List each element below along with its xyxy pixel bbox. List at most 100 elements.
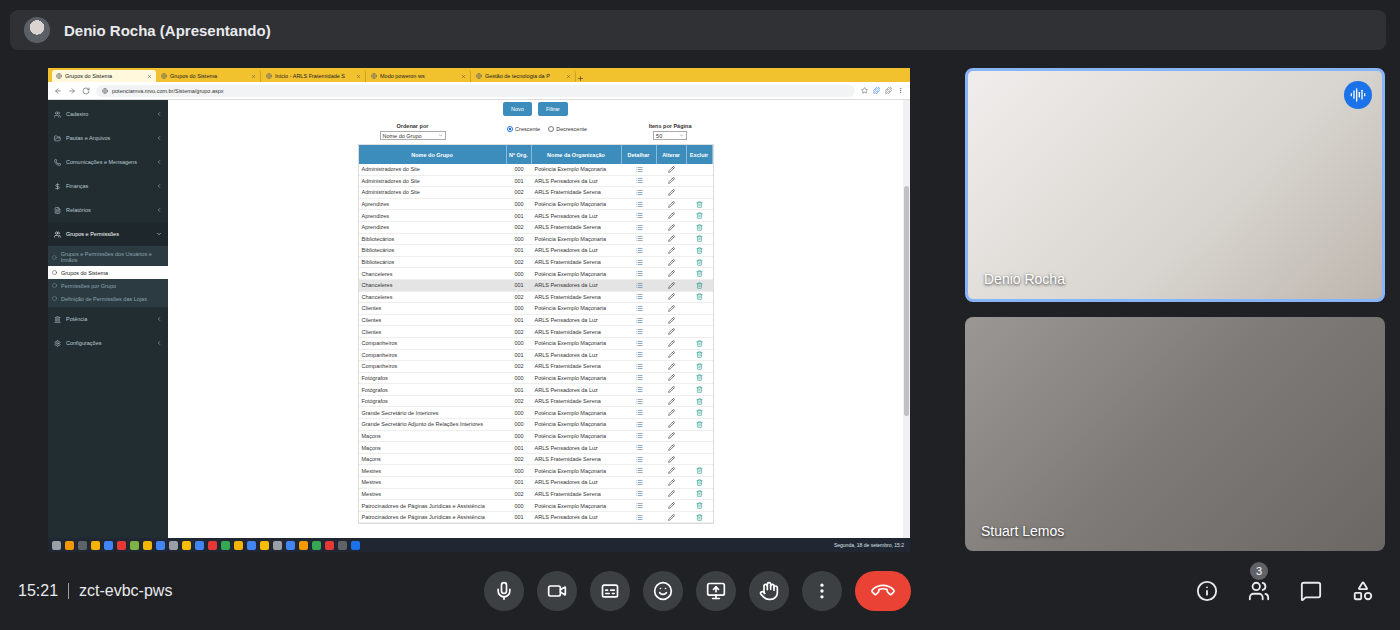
detail-icon[interactable] — [636, 398, 643, 405]
radio-dot[interactable] — [507, 126, 513, 132]
edit-icon[interactable] — [668, 317, 675, 324]
table-row[interactable]: Fotógrafos001ARLS Pensadores da Luz — [359, 384, 713, 396]
trash-icon[interactable] — [696, 467, 703, 474]
sidebar-item[interactable]: Grupos e Permissões — [48, 222, 168, 246]
taskbar-app-icon[interactable] — [169, 541, 178, 550]
table-row[interactable]: Maçons000Potência Exemplo Maçonaria — [359, 431, 713, 443]
edit-icon[interactable] — [668, 502, 675, 509]
forward-icon[interactable] — [68, 87, 76, 95]
table-row[interactable]: Companheiros001ARLS Pensadores da Luz — [359, 350, 713, 362]
radio-dot[interactable] — [548, 126, 554, 132]
edit-icon[interactable] — [668, 444, 675, 451]
emoji-button[interactable] — [643, 571, 683, 611]
trash-icon[interactable] — [696, 502, 703, 509]
edit-icon[interactable] — [668, 514, 675, 521]
table-row[interactable]: Aprendizes002ARLS Fraternidade Serena — [359, 222, 713, 234]
table-row[interactable]: Maçons001ARLS Pensadores da Luz — [359, 442, 713, 454]
detail-icon[interactable] — [636, 328, 643, 335]
edit-icon[interactable] — [668, 479, 675, 486]
sidebar-item[interactable]: Pautas e Arquivos — [48, 126, 168, 150]
table-row[interactable]: Bibliotecários000Potência Exemplo Maçona… — [359, 234, 713, 246]
chat-button[interactable] — [1298, 578, 1324, 604]
edit-icon[interactable] — [668, 340, 675, 347]
taskbar-app-icon[interactable] — [208, 541, 217, 550]
table-row[interactable]: Maçons002ARLS Fraternidade Serena — [359, 454, 713, 466]
detail-icon[interactable] — [636, 421, 643, 428]
radio-option[interactable]: Crescente — [507, 126, 540, 132]
taskbar-app-icon[interactable] — [299, 541, 308, 550]
participant-tile[interactable]: Denio Rocha — [965, 68, 1385, 302]
edit-icon[interactable] — [668, 351, 675, 358]
edit-icon[interactable] — [668, 166, 675, 173]
detail-icon[interactable] — [636, 235, 643, 242]
sidebar-item[interactable]: Potência — [48, 307, 168, 331]
detail-icon[interactable] — [636, 305, 643, 312]
participant-tile[interactable]: Stuart Lemos — [965, 317, 1385, 551]
people-button[interactable]: 3 — [1246, 578, 1272, 604]
detail-icon[interactable] — [636, 282, 643, 289]
taskbar-app-icon[interactable] — [65, 541, 74, 550]
edit-icon[interactable] — [668, 270, 675, 277]
table-row[interactable]: Grande Secretário Adjunto de Relações In… — [359, 419, 713, 431]
table-row[interactable]: Companheiros002ARLS Fraternidade Serena — [359, 361, 713, 373]
menu-icon[interactable] — [897, 87, 904, 94]
detail-icon[interactable] — [636, 212, 643, 219]
table-row[interactable]: Mestres002ARLS Fraternidade Serena — [359, 489, 713, 501]
detail-icon[interactable] — [636, 467, 643, 474]
edit-icon[interactable] — [668, 421, 675, 428]
bookmark-icon[interactable] — [861, 87, 868, 94]
trash-icon[interactable] — [696, 340, 703, 347]
table-row[interactable]: Clientes002ARLS Fraternidade Serena — [359, 326, 713, 338]
trash-icon[interactable] — [696, 282, 703, 289]
hand-button[interactable] — [749, 571, 789, 611]
table-row[interactable]: Chanceleres001ARLS Pensadores da Luz — [359, 280, 713, 292]
trash-icon[interactable] — [696, 235, 703, 242]
detail-icon[interactable] — [636, 259, 643, 266]
taskbar-app-icon[interactable] — [234, 541, 243, 550]
browser-tab[interactable]: Grupos do Sistema — [52, 70, 156, 82]
edit-icon[interactable] — [668, 409, 675, 416]
taskbar-app-icon[interactable] — [182, 541, 191, 550]
table-row[interactable]: Mestres001ARLS Pensadores da Luz — [359, 477, 713, 489]
detail-icon[interactable] — [636, 490, 643, 497]
present-button[interactable] — [696, 571, 736, 611]
detail-icon[interactable] — [636, 340, 643, 347]
close-icon[interactable] — [566, 74, 571, 79]
table-row[interactable]: Fotógrafos000Potência Exemplo Maçonaria — [359, 373, 713, 385]
detail-icon[interactable] — [636, 177, 643, 184]
taskbar-app-icon[interactable] — [338, 541, 347, 550]
detail-icon[interactable] — [636, 456, 643, 463]
table-row[interactable]: Bibliotecários001ARLS Pensadores da Luz — [359, 245, 713, 257]
edit-icon[interactable] — [668, 363, 675, 370]
detail-icon[interactable] — [636, 293, 643, 300]
detail-icon[interactable] — [636, 317, 643, 324]
activities-button[interactable] — [1350, 578, 1376, 604]
trash-icon[interactable] — [696, 421, 703, 428]
table-row[interactable]: Patrocinadores de Páginas Jurídicas e As… — [359, 512, 713, 524]
edit-icon[interactable] — [668, 212, 675, 219]
table-row[interactable]: Administradores do Site000Potência Exemp… — [359, 164, 713, 176]
detail-icon[interactable] — [636, 386, 643, 393]
sidebar-subitem[interactable]: Grupos e Permissões dos Usuários e Irmão… — [48, 248, 168, 266]
info-button[interactable] — [1194, 578, 1220, 604]
sidebar-item[interactable]: Relatórios — [48, 198, 168, 222]
detail-icon[interactable] — [636, 351, 643, 358]
detail-icon[interactable] — [636, 247, 643, 254]
edit-icon[interactable] — [668, 305, 675, 312]
detail-icon[interactable] — [636, 514, 643, 521]
trash-icon[interactable] — [696, 398, 703, 405]
taskbar-app-icon[interactable] — [312, 541, 321, 550]
detail-icon[interactable] — [636, 374, 643, 381]
table-row[interactable]: Patrocinadores de Páginas Jurídicas e As… — [359, 500, 713, 512]
edit-icon[interactable] — [668, 374, 675, 381]
taskbar-app-icon[interactable] — [325, 541, 334, 550]
more-button[interactable] — [802, 571, 842, 611]
sidebar-subitem[interactable]: Grupos do Sistema — [48, 266, 168, 279]
detail-icon[interactable] — [636, 270, 643, 277]
detail-icon[interactable] — [636, 166, 643, 173]
trash-icon[interactable] — [696, 259, 703, 266]
extension-icon[interactable] — [873, 87, 880, 94]
detail-icon[interactable] — [636, 189, 643, 196]
trash-icon[interactable] — [696, 490, 703, 497]
table-row[interactable]: Clientes000Potência Exemplo Maçonaria — [359, 303, 713, 315]
